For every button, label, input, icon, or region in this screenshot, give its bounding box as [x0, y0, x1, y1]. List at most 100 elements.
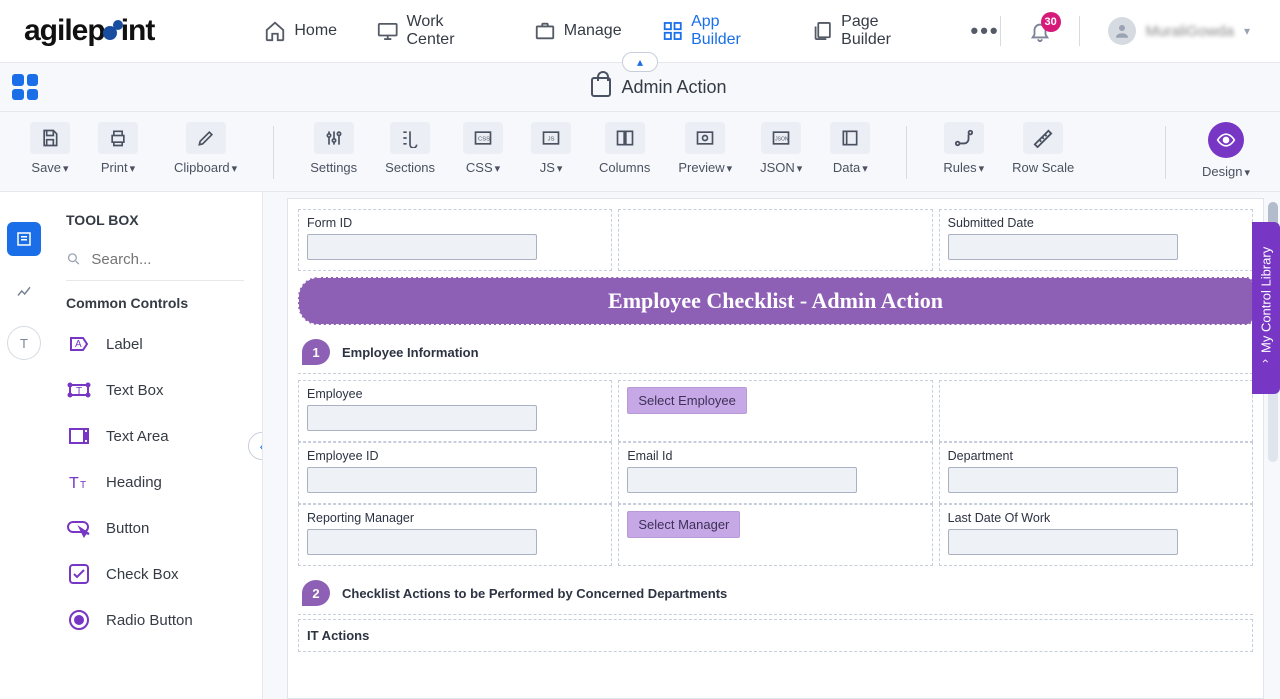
- nav-label: Home: [294, 22, 337, 40]
- field-input[interactable]: [948, 529, 1178, 555]
- label-icon: A: [67, 332, 91, 356]
- control-label-text: Check Box: [106, 566, 179, 583]
- clipboard-button[interactable]: Clipboard▾: [174, 122, 237, 175]
- control-library-drawer[interactable]: ‹ My Control Library: [1252, 222, 1280, 394]
- field-input[interactable]: [948, 467, 1178, 493]
- side-tab-analytics[interactable]: [7, 274, 41, 308]
- svg-text:T: T: [69, 475, 79, 492]
- nav-home[interactable]: Home: [264, 20, 337, 42]
- field-input[interactable]: [948, 234, 1178, 260]
- tool-label: JS: [540, 160, 555, 175]
- control-heading[interactable]: TT Heading: [66, 459, 244, 505]
- field-employee[interactable]: Employee: [298, 380, 612, 442]
- sliders-icon: [324, 128, 344, 148]
- it-actions-block[interactable]: IT Actions: [298, 619, 1253, 652]
- tool-label: JSON: [760, 160, 795, 175]
- banner-text: Employee Checklist - Admin Action: [299, 278, 1252, 324]
- columns-icon: [615, 128, 635, 148]
- side-tab-text[interactable]: T: [7, 326, 41, 360]
- field-label: Employee ID: [307, 449, 603, 463]
- step-badge: 2: [302, 580, 330, 606]
- field-form-id[interactable]: Form ID: [298, 209, 612, 271]
- rules-button[interactable]: Rules▾: [943, 122, 984, 175]
- json-icon: JSON: [771, 129, 791, 147]
- css-button[interactable]: CSSCSS▾: [463, 122, 503, 175]
- settings-button[interactable]: Settings: [310, 122, 357, 175]
- nav-pagebuilder[interactable]: Page Builder: [812, 13, 931, 49]
- field-department[interactable]: Department: [939, 442, 1253, 504]
- tool-label: Save: [31, 160, 61, 175]
- eye-icon: [695, 128, 715, 148]
- control-label-text: Button: [106, 520, 149, 537]
- side-tab-form[interactable]: [7, 222, 41, 256]
- username: MuraliGowda: [1146, 23, 1234, 40]
- field-manager[interactable]: Reporting Manager: [298, 504, 612, 566]
- nav-workcenter[interactable]: Work Center: [377, 13, 494, 49]
- section-1-header[interactable]: 1 Employee Information: [298, 331, 1253, 374]
- rowscale-button[interactable]: Row Scale: [1012, 122, 1074, 175]
- control-checkbox[interactable]: Check Box: [66, 551, 244, 597]
- field-lastdate[interactable]: Last Date Of Work: [939, 504, 1253, 566]
- collapse-header-button[interactable]: ▴: [622, 52, 658, 72]
- section-2-header[interactable]: 2 Checklist Actions to be Performed by C…: [298, 572, 1253, 615]
- toolbox-search-input[interactable]: [91, 251, 244, 268]
- tool-label: Design: [1202, 164, 1242, 179]
- svg-text:JS: JS: [548, 137, 555, 143]
- design-button[interactable]: Design▾: [1202, 122, 1250, 179]
- field-label: Department: [948, 449, 1244, 463]
- field-submitted-date[interactable]: Submitted Date: [939, 209, 1253, 271]
- empty-cell[interactable]: [939, 380, 1253, 442]
- chart-icon: [15, 282, 33, 300]
- design-eye-icon: [1216, 130, 1236, 150]
- chevron-left-icon: ‹: [1259, 359, 1273, 363]
- select-employee-button[interactable]: Select Employee: [627, 387, 747, 414]
- nav-appbuilder[interactable]: App Builder: [662, 13, 772, 49]
- js-icon: JS: [541, 129, 561, 147]
- svg-text:T: T: [76, 386, 82, 397]
- control-radio[interactable]: Radio Button: [66, 597, 244, 643]
- cell-select-manager[interactable]: Select Manager: [618, 504, 932, 566]
- nav-more[interactable]: •••: [971, 18, 1000, 44]
- notifications-button[interactable]: 30: [1029, 20, 1051, 42]
- control-label-text: Text Box: [106, 382, 164, 399]
- brand-logo: agilepint: [24, 14, 154, 48]
- user-menu[interactable]: MuraliGowda ▾: [1108, 17, 1250, 45]
- section-title: Employee Information: [342, 345, 479, 360]
- print-button[interactable]: Print▾: [98, 122, 138, 175]
- control-label-text: Heading: [106, 474, 162, 491]
- sections-button[interactable]: Sections: [385, 122, 435, 175]
- save-icon: [40, 128, 60, 148]
- tool-label: Rules: [943, 160, 976, 175]
- field-email[interactable]: Email Id: [618, 442, 932, 504]
- apps-switcher[interactable]: [12, 74, 38, 100]
- nav-manage[interactable]: Manage: [534, 20, 622, 42]
- collapse-toolbox-button[interactable]: ‹: [248, 432, 263, 460]
- json-button[interactable]: JSONJSON▾: [760, 122, 802, 175]
- control-label[interactable]: ALabel: [66, 321, 244, 367]
- control-textbox[interactable]: T Text Box: [66, 367, 244, 413]
- field-input[interactable]: [307, 234, 537, 260]
- select-manager-button[interactable]: Select Manager: [627, 511, 740, 538]
- preview-button[interactable]: Preview▾: [678, 122, 732, 175]
- field-input[interactable]: [307, 405, 537, 431]
- home-icon: [264, 20, 286, 42]
- cell-select-employee[interactable]: Select Employee: [618, 380, 932, 442]
- field-input[interactable]: [307, 467, 537, 493]
- monitor-icon: [377, 20, 398, 42]
- heading-icon: TT: [67, 470, 91, 494]
- js-button[interactable]: JSJS▾: [531, 122, 571, 175]
- tool-label: Data: [833, 160, 860, 175]
- step-badge: 1: [302, 339, 330, 365]
- chevron-up-icon: ▴: [637, 55, 643, 69]
- field-input[interactable]: [627, 467, 857, 493]
- columns-button[interactable]: Columns: [599, 122, 650, 175]
- form-banner[interactable]: Employee Checklist - Admin Action: [298, 277, 1253, 325]
- form-icon: [15, 230, 33, 248]
- empty-cell[interactable]: [618, 209, 932, 271]
- save-button[interactable]: Save▾: [30, 122, 70, 175]
- field-employee-id[interactable]: Employee ID: [298, 442, 612, 504]
- control-button[interactable]: Button: [66, 505, 244, 551]
- field-input[interactable]: [307, 529, 537, 555]
- control-textarea[interactable]: Text Area: [66, 413, 244, 459]
- data-button[interactable]: Data▾: [830, 122, 870, 175]
